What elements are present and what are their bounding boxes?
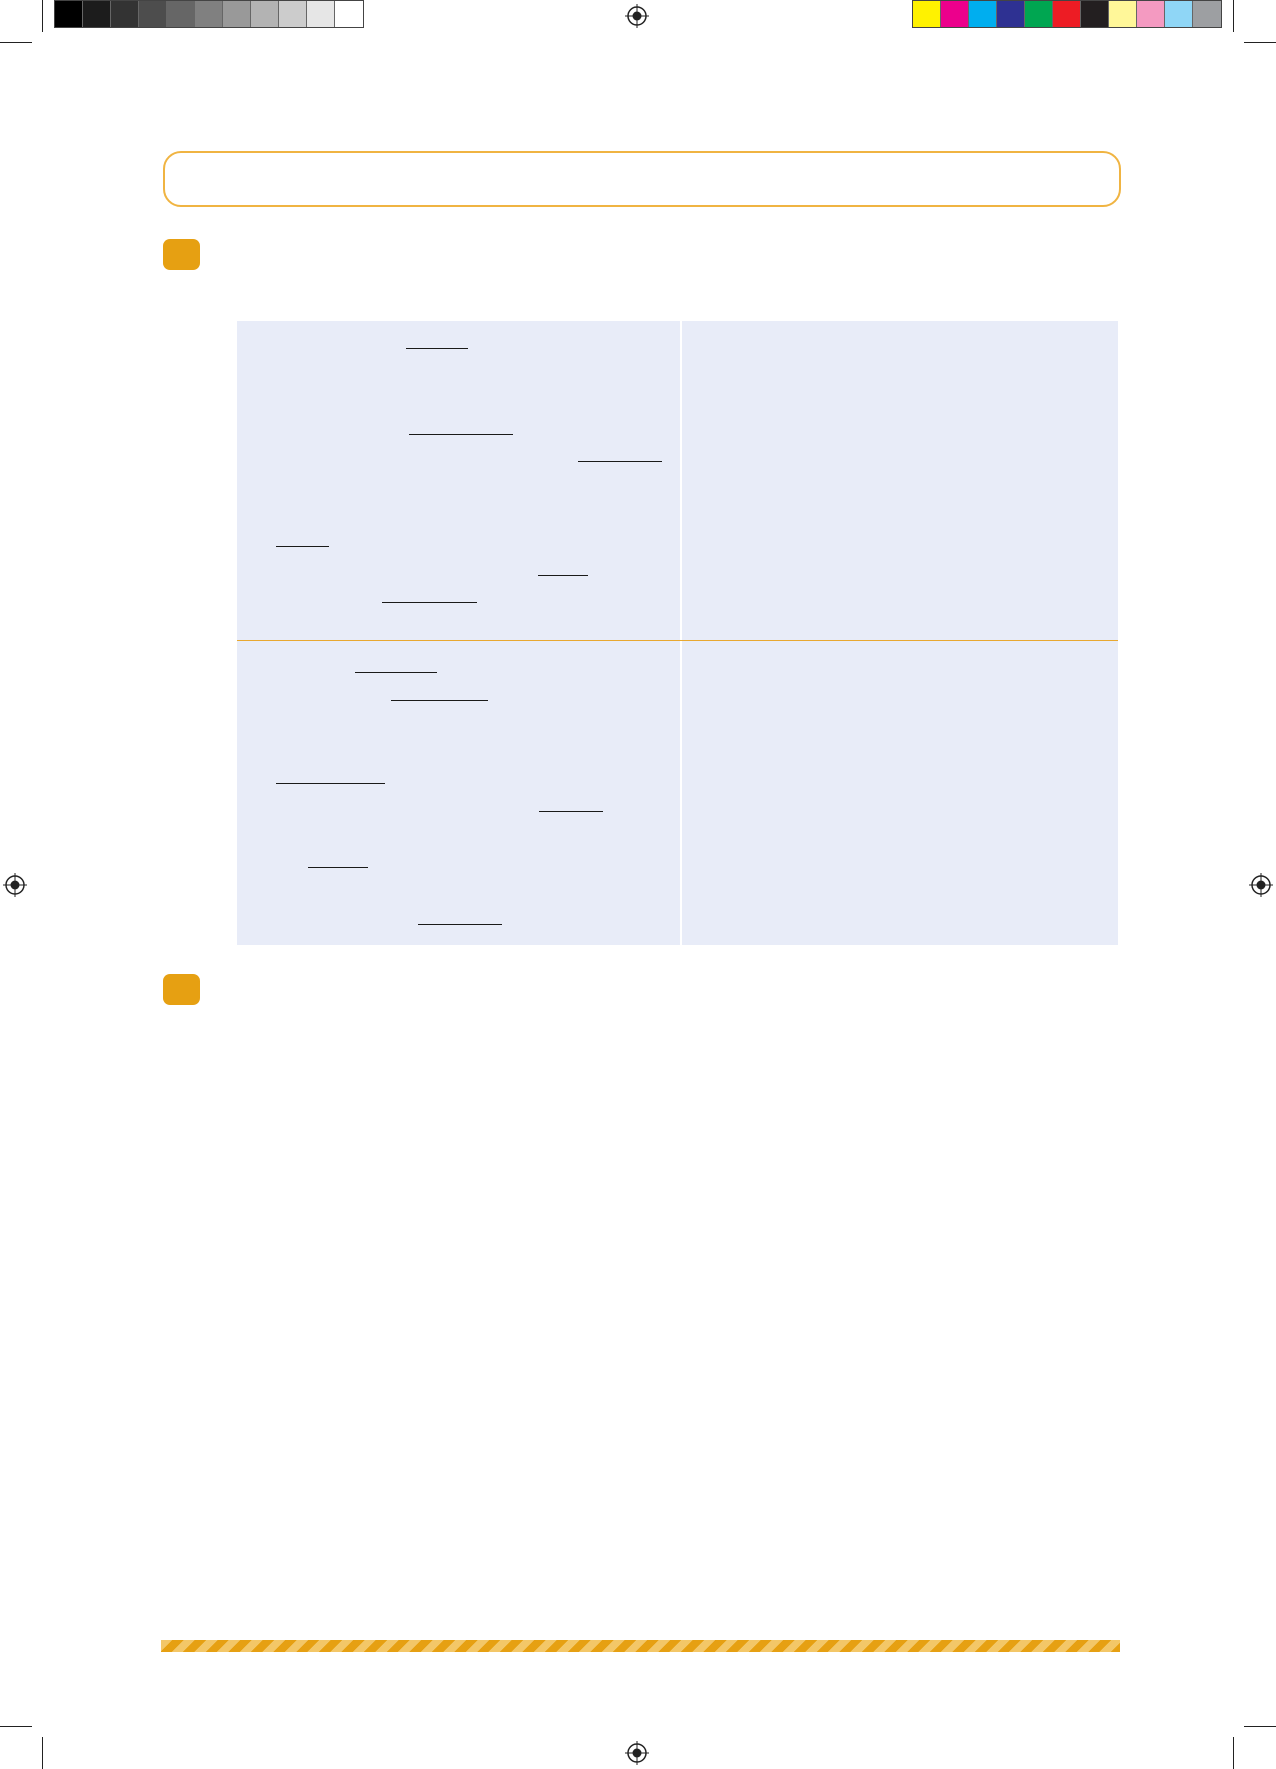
color-swatch — [1081, 1, 1109, 27]
color-swatch — [1025, 1, 1053, 27]
color-swatch — [1165, 1, 1193, 27]
process-color-bar — [912, 0, 1222, 28]
color-swatch — [1193, 1, 1221, 27]
color-swatch — [139, 1, 167, 27]
crop-mark — [0, 1726, 32, 1727]
color-swatch — [1137, 1, 1165, 27]
crop-mark — [42, 0, 43, 32]
exercise-table — [237, 321, 1118, 945]
color-swatch — [335, 1, 363, 27]
answer-blank[interactable] — [539, 811, 603, 812]
answer-blank[interactable] — [391, 700, 488, 701]
registration-mark-icon — [625, 1741, 649, 1765]
crop-mark — [1233, 1737, 1234, 1769]
color-swatch — [1109, 1, 1137, 27]
answer-blank[interactable] — [406, 348, 468, 349]
color-swatch — [997, 1, 1025, 27]
color-swatch — [1053, 1, 1081, 27]
crop-mark — [1233, 0, 1234, 32]
exercise-number-badge — [163, 239, 200, 270]
color-swatch — [167, 1, 195, 27]
answer-blank[interactable] — [276, 546, 329, 547]
footer-decorative-band — [161, 1640, 1120, 1652]
crop-mark — [1244, 42, 1276, 43]
registration-mark-icon — [625, 4, 649, 28]
color-swatch — [55, 1, 83, 27]
color-swatch — [111, 1, 139, 27]
color-swatch — [251, 1, 279, 27]
row-divider — [237, 640, 1118, 641]
grayscale-color-bar — [54, 0, 364, 28]
color-swatch — [307, 1, 335, 27]
exercise-number-badge — [163, 974, 200, 1005]
color-swatch — [913, 1, 941, 27]
registration-mark-icon — [3, 873, 27, 897]
answer-blank[interactable] — [418, 924, 502, 925]
color-swatch — [279, 1, 307, 27]
registration-mark-icon — [1249, 873, 1273, 897]
answer-blank[interactable] — [538, 575, 588, 576]
crop-mark — [0, 42, 32, 43]
color-swatch — [223, 1, 251, 27]
answer-blank[interactable] — [409, 434, 513, 435]
color-swatch — [195, 1, 223, 27]
answer-blank[interactable] — [276, 783, 385, 784]
color-swatch — [941, 1, 969, 27]
color-swatch — [969, 1, 997, 27]
answer-blank[interactable] — [382, 602, 477, 603]
crop-mark — [42, 1737, 43, 1769]
answer-blank[interactable] — [578, 461, 662, 462]
column-divider — [680, 321, 682, 945]
answer-blank[interactable] — [355, 672, 437, 673]
crop-mark — [1244, 1726, 1276, 1727]
color-swatch — [83, 1, 111, 27]
section-title-box — [163, 151, 1121, 207]
answer-blank[interactable] — [308, 867, 368, 868]
